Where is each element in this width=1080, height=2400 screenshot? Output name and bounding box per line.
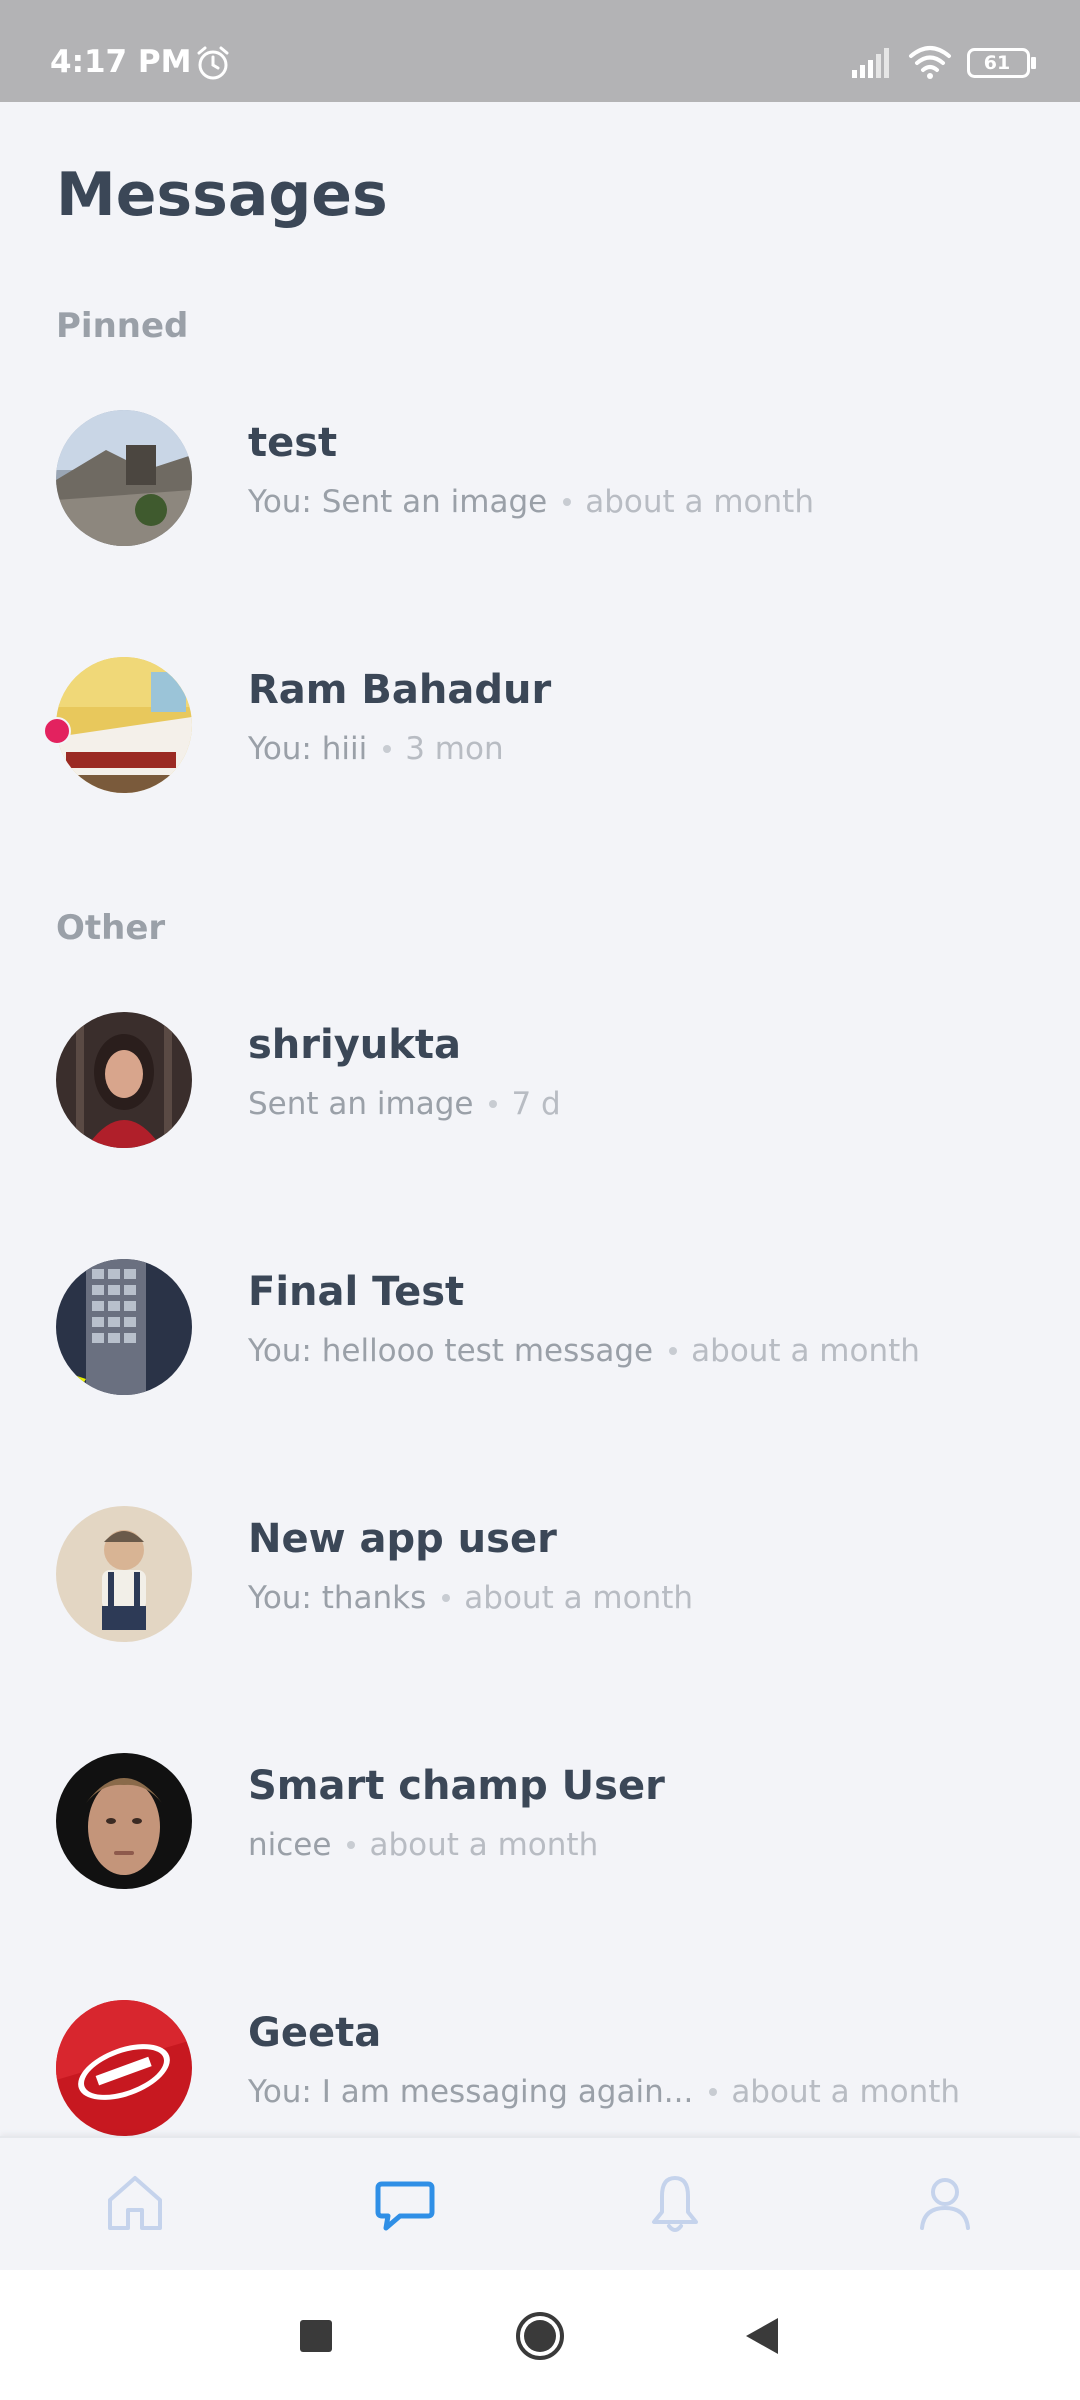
home-system-button[interactable] <box>514 2310 566 2366</box>
status-bar: 4:17 PM 61 <box>0 0 1080 102</box>
conversation-item[interactable]: Ram Bahadur You: hiii 3 mon <box>0 617 1080 807</box>
wifi-icon <box>908 44 952 84</box>
separator-dot <box>489 1099 498 1108</box>
signal-icon <box>852 48 892 82</box>
profile-icon <box>920 2178 970 2230</box>
conversation-name: Final Test <box>248 1269 465 1315</box>
unread-indicator <box>43 717 71 745</box>
conversation-meta: You: I am messaging again... about a mont… <box>248 2074 960 2110</box>
conversation-time: about a month <box>731 2074 961 2110</box>
home-icon <box>108 2176 162 2230</box>
conversation-name: Geeta <box>248 2010 382 2056</box>
separator-dot <box>563 497 572 506</box>
nav-notifications-button[interactable] <box>640 2168 710 2238</box>
avatar <box>56 1259 192 1395</box>
conversation-name: New app user <box>248 1516 557 1562</box>
alarm-icon <box>194 44 232 86</box>
conversation-time: about a month <box>464 1580 694 1616</box>
bottom-nav <box>0 2136 1080 2270</box>
conversation-name: Smart champ User <box>248 1763 665 1809</box>
chat-icon <box>375 2181 435 2231</box>
avatar <box>56 657 192 793</box>
conversation-item[interactable]: Geeta You: I am messaging again... about … <box>0 1960 1080 2150</box>
separator-dot <box>383 744 392 753</box>
section-label-pinned: Pinned <box>56 306 189 346</box>
conversation-item[interactable]: shriyukta Sent an image 7 d <box>0 972 1080 1162</box>
separator-dot <box>442 1593 451 1602</box>
back-button[interactable] <box>742 2316 782 2360</box>
bell-icon <box>652 2176 698 2232</box>
conversation-preview: You: hellooo test message <box>248 1333 654 1369</box>
separator-dot <box>347 1840 356 1849</box>
conversation-item[interactable]: Smart champ User nicee about a month <box>0 1713 1080 1903</box>
section-label-other: Other <box>56 908 166 948</box>
conversation-meta: You: Sent an image about a month <box>248 484 814 520</box>
avatar <box>56 1753 192 1889</box>
battery-level: 61 <box>983 52 1011 74</box>
separator-dot <box>669 1346 678 1355</box>
conversation-name: shriyukta <box>248 1022 461 1068</box>
avatar <box>56 2000 192 2136</box>
nav-profile-button[interactable] <box>910 2168 980 2238</box>
nav-home-button[interactable] <box>100 2168 170 2238</box>
status-time: 4:17 PM <box>50 44 192 80</box>
conversation-meta: nicee about a month <box>248 1827 598 1863</box>
conversation-name: test <box>248 420 338 466</box>
avatar <box>56 1506 192 1642</box>
conversation-name: Ram Bahadur <box>248 667 552 713</box>
conversation-preview: nicee <box>248 1827 332 1863</box>
avatar <box>56 1012 192 1148</box>
back-triangle-icon <box>746 2318 778 2354</box>
circle-icon <box>516 2312 564 2360</box>
conversation-item[interactable]: New app user You: thanks about a month <box>0 1466 1080 1656</box>
avatar <box>56 410 192 546</box>
conversation-preview: You: Sent an image <box>248 484 548 520</box>
conversation-item[interactable]: test You: Sent an image about a month <box>0 370 1080 560</box>
conversation-meta: Sent an image 7 d <box>248 1086 561 1122</box>
conversation-time: about a month <box>691 1333 920 1369</box>
conversation-time: 3 mon <box>405 731 504 767</box>
nav-messages-button[interactable] <box>370 2168 440 2238</box>
conversation-item[interactable]: Final Test You: hellooo test message abou… <box>0 1219 1080 1409</box>
conversation-time: about a month <box>369 1827 599 1863</box>
separator-dot <box>709 2087 718 2096</box>
square-icon <box>300 2320 332 2352</box>
conversation-meta: You: hellooo test message about a month <box>248 1333 920 1369</box>
conversation-time: 7 d <box>511 1086 561 1122</box>
conversation-preview: Sent an image <box>248 1086 474 1122</box>
recents-button[interactable] <box>298 2318 334 2358</box>
conversation-meta: You: thanks about a month <box>248 1580 693 1616</box>
conversation-preview: You: I am messaging again... <box>248 2074 694 2110</box>
system-nav-bar <box>0 2270 1080 2400</box>
conversation-preview: You: thanks <box>248 1580 427 1616</box>
conversation-time: about a month <box>585 484 814 520</box>
page-title: Messages <box>56 160 388 230</box>
conversation-preview: You: hiii <box>248 731 368 767</box>
conversation-meta: You: hiii 3 mon <box>248 731 504 767</box>
